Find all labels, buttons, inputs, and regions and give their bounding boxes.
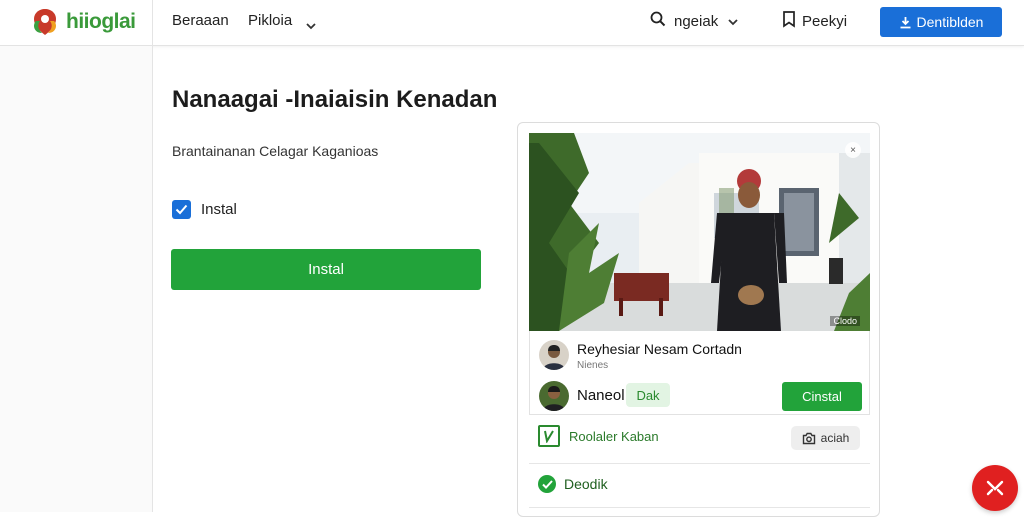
logo-icon — [28, 5, 62, 39]
checkmark-icon — [175, 204, 188, 215]
floating-action-button[interactable] — [972, 465, 1018, 511]
card-install-button[interactable]: Cinstal — [782, 382, 862, 411]
bookmark-icon — [782, 11, 796, 32]
close-icon[interactable]: × — [845, 142, 861, 158]
chevron-down-icon — [728, 13, 738, 30]
search-icon — [650, 11, 666, 31]
install-checkbox-label: Instal — [201, 201, 237, 218]
download-icon — [900, 16, 911, 28]
nav-item-1[interactable]: Beraaan — [172, 12, 229, 29]
publisher-name: Reyhesiar Nesam Cortadn — [577, 341, 742, 357]
publisher-avatar — [539, 340, 569, 370]
search-dropdown[interactable]: ngeiak — [650, 11, 738, 31]
logo-text: hiioglai — [66, 10, 136, 33]
install-checkbox-row[interactable]: Instal — [172, 200, 237, 219]
app-preview-card: × Clodo Reyhesiar Nesam Cortadn Nienes N… — [517, 122, 880, 517]
header-cta-button[interactable]: Dentiblden — [880, 7, 1002, 37]
top-navbar: hiioglai Beraaan Pikloia ngeiak Peekyi D… — [0, 0, 1024, 46]
camera-icon — [802, 432, 815, 444]
card-divider — [529, 463, 870, 464]
action-chip-label: aciah — [820, 431, 850, 445]
left-sidebar — [0, 46, 152, 512]
publisher-meta: Nienes — [577, 360, 609, 371]
check-circle-icon — [538, 475, 556, 493]
verified-label: Deodik — [564, 476, 608, 492]
pricing-label: Peekyi — [802, 13, 848, 30]
nav-dropdown[interactable]: Pikloia — [248, 12, 316, 29]
brand-logo[interactable]: hiioglai — [28, 5, 136, 39]
status-badge: Dak — [626, 383, 670, 407]
sidebar-divider — [152, 0, 153, 512]
chevron-down-icon — [306, 17, 316, 29]
action-chip[interactable]: aciah — [791, 426, 860, 450]
brand-mark-icon — [986, 480, 1004, 496]
preview-photo: × Clodo — [529, 133, 870, 331]
author-avatar — [539, 381, 569, 411]
card-divider — [529, 507, 870, 508]
verified-row[interactable]: Deodik — [538, 475, 608, 493]
install-checkbox[interactable] — [172, 200, 191, 219]
photo-tag: Clodo — [830, 316, 860, 326]
header-cta-label: Dentiblden — [916, 14, 984, 30]
install-button[interactable]: Instal — [171, 249, 481, 290]
page-title: Nanaagai -Inaiaisin Kenadan — [172, 86, 498, 113]
check-square-icon — [538, 425, 560, 447]
page-subtitle: Brantainanan Celagar Kaganioas — [172, 143, 379, 159]
author-name: Naneol — [577, 387, 625, 404]
report-label: Roolaler Kaban — [569, 428, 659, 444]
search-label: ngeiak — [674, 12, 719, 30]
report-row[interactable]: Roolaler Kaban — [538, 425, 659, 447]
nav-item-2-label: Pikloia — [248, 12, 293, 29]
publisher-panel: Reyhesiar Nesam Cortadn Nienes Naneol Da… — [529, 331, 870, 415]
pricing-link[interactable]: Peekyi — [782, 11, 847, 32]
